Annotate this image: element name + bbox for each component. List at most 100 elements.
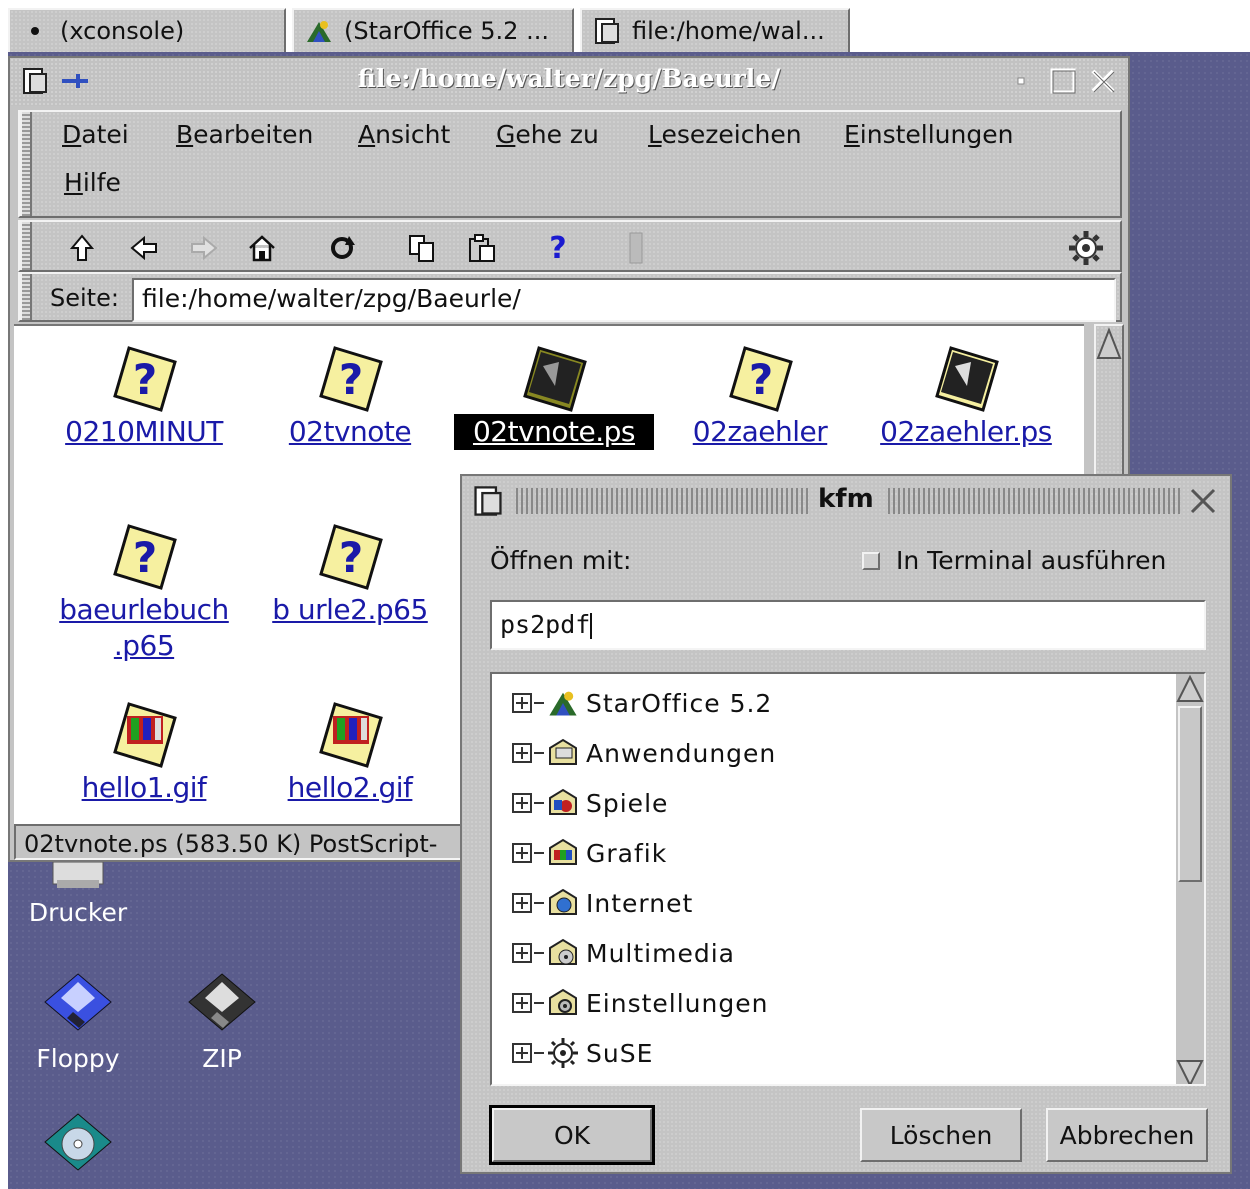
- file-item[interactable]: ? 02zaehler: [660, 344, 860, 450]
- expand-icon[interactable]: [512, 793, 532, 813]
- kde-gear-icon[interactable]: [1066, 228, 1106, 268]
- cdrom-icon: [44, 1113, 112, 1171]
- desktop-icon-cdrom[interactable]: [8, 1112, 148, 1172]
- taskbar: (xconsole) (StarOffice 5.2 ... file:/hom…: [8, 8, 860, 54]
- tree-item-grafik[interactable]: Grafik: [512, 830, 667, 876]
- tree-item-einstellungen[interactable]: Einstellungen: [512, 980, 768, 1026]
- dialog-title: kfm: [818, 484, 874, 514]
- title-grip-left: [516, 488, 808, 514]
- file-item[interactable]: ? b urle2.p65: [250, 522, 450, 628]
- close-icon[interactable]: [1188, 486, 1218, 520]
- scroll-down-arrow-icon[interactable]: [1176, 1058, 1204, 1086]
- expand-icon[interactable]: [512, 693, 532, 713]
- file-item[interactable]: hello2.gif: [250, 700, 450, 806]
- task-kfm[interactable]: file:/home/wal...: [580, 8, 850, 54]
- file-item[interactable]: hello1.gif: [44, 700, 244, 806]
- file-name: 0210MINUT: [65, 415, 223, 448]
- window-title: file:/home/walter/zpg/Baeurle/: [357, 64, 781, 93]
- dot-icon: [20, 16, 50, 46]
- help-icon[interactable]: ?: [538, 228, 578, 268]
- expand-icon[interactable]: [512, 1043, 532, 1063]
- unknown-file-icon: ?: [729, 346, 793, 412]
- floppy-icon: [44, 973, 112, 1031]
- tree-item-label: Anwendungen: [586, 738, 777, 768]
- paste-icon[interactable]: [462, 228, 502, 268]
- scroll-up-arrow-icon[interactable]: [1176, 674, 1204, 704]
- toolbar-grip[interactable]: [20, 222, 32, 270]
- close-icon[interactable]: [1086, 64, 1120, 98]
- text-cursor: [590, 613, 593, 639]
- menu-ansicht[interactable]: Ansicht: [358, 120, 450, 149]
- file-name: b urle2.p65: [272, 593, 428, 626]
- tree-item-spiele[interactable]: Spiele: [512, 780, 668, 826]
- reload-icon[interactable]: [322, 228, 362, 268]
- back-arrow-icon[interactable]: [124, 228, 164, 268]
- file-name: hello1.gif: [81, 771, 207, 804]
- file-item[interactable]: ? 02tvnote: [250, 344, 450, 450]
- desktop-icon-label: Drucker: [28, 898, 128, 927]
- file-item[interactable]: 02zaehler.ps: [866, 344, 1066, 450]
- scroll-up-arrow-icon[interactable]: [1096, 326, 1122, 362]
- file-name: hello2.gif: [287, 771, 413, 804]
- menubar-grip[interactable]: [20, 112, 32, 216]
- postscript-file-icon: [523, 346, 587, 412]
- kfm-icon: [592, 16, 622, 46]
- home-icon[interactable]: [242, 228, 282, 268]
- applications-folder-icon: [549, 738, 577, 765]
- tree-item-suse[interactable]: SuSE: [512, 1030, 653, 1076]
- menu-hilfe[interactable]: Hilfe: [64, 168, 121, 197]
- unknown-file-icon: ?: [113, 346, 177, 412]
- cancel-button[interactable]: Abbrechen: [1046, 1108, 1208, 1162]
- expand-icon[interactable]: [512, 893, 532, 913]
- image-file-icon: [113, 702, 177, 768]
- desktop-icon-printer[interactable]: Drucker: [8, 862, 148, 927]
- expand-icon[interactable]: [512, 993, 532, 1013]
- task-staroffice[interactable]: (StarOffice 5.2 ...: [292, 8, 574, 54]
- copy-icon[interactable]: [402, 228, 442, 268]
- menu-einstellungen[interactable]: Einstellungen: [844, 120, 1013, 149]
- up-arrow-icon[interactable]: [62, 228, 102, 268]
- expand-icon[interactable]: [512, 743, 532, 763]
- stop-icon[interactable]: [616, 228, 656, 268]
- svg-text:?: ?: [749, 355, 773, 404]
- file-item[interactable]: ? 0210MINUT: [44, 344, 244, 450]
- multimedia-folder-icon: [549, 938, 577, 965]
- desktop-icon-floppy[interactable]: Floppy: [8, 972, 148, 1073]
- location-input[interactable]: file:/home/walter/zpg/Baeurle/: [132, 278, 1116, 322]
- file-name-line2: .p65: [113, 629, 175, 662]
- minimize-icon[interactable]: [1004, 64, 1038, 98]
- menu-gehe-zu[interactable]: Gehe zu: [496, 120, 599, 149]
- tree-item-internet[interactable]: Internet: [512, 880, 693, 926]
- terminal-checkbox[interactable]: [862, 552, 880, 570]
- tree-item-staroffice[interactable]: StarOffice 5.2: [512, 680, 772, 726]
- file-item-selected[interactable]: 02tvnote.ps: [454, 344, 654, 450]
- forward-arrow-icon[interactable]: [184, 228, 224, 268]
- file-item[interactable]: ? baeurlebuch .p65: [44, 522, 244, 664]
- maximize-icon[interactable]: [1046, 64, 1080, 98]
- ok-button[interactable]: OK: [489, 1105, 655, 1165]
- dialog-titlebar[interactable]: kfm: [462, 476, 1230, 526]
- window-menu-icon[interactable]: [472, 484, 504, 522]
- scroll-thumb[interactable]: [1178, 706, 1202, 882]
- desktop-icon-label: Floppy: [36, 1044, 120, 1073]
- expand-icon[interactable]: [512, 943, 532, 963]
- menu-lesezeichen[interactable]: Lesezeichen: [648, 120, 802, 149]
- file-name: 02zaehler: [692, 415, 828, 448]
- staroffice-icon: [549, 691, 577, 716]
- task-xconsole[interactable]: (xconsole): [8, 8, 286, 54]
- menu-datei[interactable]: Datei: [62, 120, 129, 149]
- menu-bearbeiten[interactable]: Bearbeiten: [176, 120, 313, 149]
- clear-button[interactable]: Löschen: [860, 1108, 1022, 1162]
- tree-item-multimedia[interactable]: Multimedia: [512, 930, 735, 976]
- command-input[interactable]: ps2pdf: [490, 600, 1206, 650]
- tree-scrollbar[interactable]: [1176, 674, 1204, 1086]
- file-name: 02tvnote.ps: [454, 414, 654, 450]
- window-titlebar[interactable]: file:/home/walter/zpg/Baeurle/: [10, 58, 1128, 106]
- expand-icon[interactable]: [512, 843, 532, 863]
- file-name: 02tvnote: [288, 415, 412, 448]
- unknown-file-icon: ?: [319, 524, 383, 590]
- desktop-icon-zip[interactable]: ZIP: [152, 972, 292, 1073]
- locationbar-grip[interactable]: [20, 274, 32, 320]
- tree-item-anwendungen[interactable]: Anwendungen: [512, 730, 776, 776]
- application-tree[interactable]: StarOffice 5.2 Anwendungen Spiele Grafik…: [490, 672, 1206, 1086]
